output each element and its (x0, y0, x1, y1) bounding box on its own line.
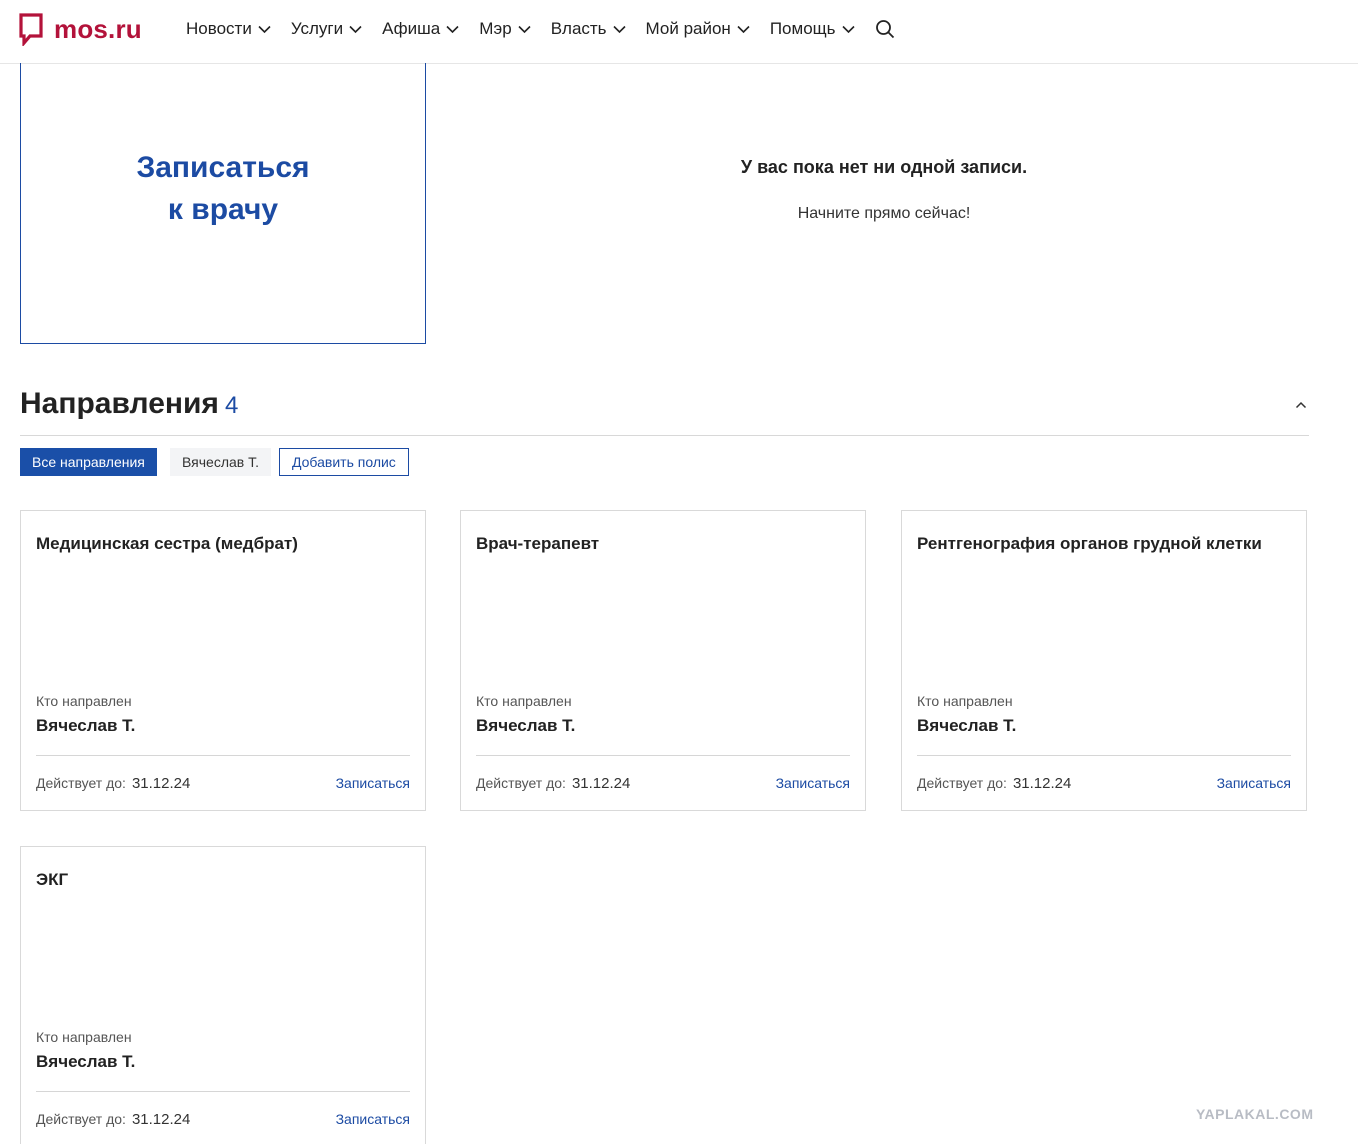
logo-text: mos.ru (54, 14, 142, 44)
referral-title: Рентгенография органов грудной клетки (917, 534, 1262, 553)
add-policy-button[interactable]: Добавить полис (279, 448, 409, 476)
valid-until: Действует до: 31.12.24 (476, 775, 630, 792)
watermark: YAPLAKAL.COM (1196, 1106, 1314, 1122)
nav-label: Афиша (382, 19, 441, 38)
referred-person: Вячеслав Т. (917, 716, 1017, 735)
chevron-down-icon (518, 25, 531, 33)
chevron-down-icon (258, 25, 271, 33)
card-divider (917, 755, 1291, 756)
book-doctor-line2: к врачу (167, 193, 279, 226)
empty-appointments-subtitle: Начните прямо сейчас! (797, 205, 971, 222)
filter-all-button[interactable]: Все направления (20, 448, 157, 476)
referral-card: Врач-терапевт Кто направлен Вячеслав Т. … (460, 510, 866, 811)
book-referral-link[interactable]: Записаться (336, 1111, 410, 1127)
referred-person: Вячеслав Т. (36, 1052, 136, 1071)
book-doctor-label: Записаться к врачу (136, 151, 309, 231)
referred-label: Кто направлен (36, 693, 132, 709)
book-referral-link[interactable]: Записаться (1217, 775, 1291, 791)
section-count: 4 (224, 392, 239, 419)
valid-until: Действует до: 31.12.24 (917, 775, 1071, 792)
valid-until-date: 31.12.24 (131, 1111, 191, 1128)
referral-title: Врач-терапевт (476, 534, 600, 553)
valid-until: Действует до: 31.12.24 (36, 775, 190, 792)
section-title: Направления 4 (20, 384, 238, 424)
book-referral-link[interactable]: Записаться (776, 775, 850, 791)
card-divider (476, 755, 850, 756)
nav-services[interactable]: Услуги (291, 17, 362, 41)
book-referral-link[interactable]: Записаться (336, 775, 410, 791)
nav-label: Услуги (290, 19, 344, 38)
valid-until-date: 31.12.24 (1012, 775, 1072, 792)
card-divider (36, 1091, 410, 1092)
card-divider (36, 755, 410, 756)
valid-until-date: 31.12.24 (131, 775, 191, 792)
valid-until-date: 31.12.24 (571, 775, 631, 792)
referred-person: Вячеслав Т. (476, 716, 576, 735)
valid-until-label: Действует до: (36, 775, 126, 791)
nav-label: Власть (550, 19, 607, 38)
section-divider (20, 435, 1309, 436)
referred-label: Кто направлен (917, 693, 1013, 709)
valid-until-label: Действует до: (476, 775, 566, 791)
nav-my-district[interactable]: Мой район (646, 17, 750, 41)
referral-card: Медицинская сестра (медбрат) Кто направл… (20, 510, 426, 811)
nav-label: Новости (186, 19, 252, 38)
valid-until-label: Действует до: (36, 1111, 126, 1127)
chevron-down-icon (446, 25, 459, 33)
referred-label: Кто направлен (476, 693, 572, 709)
referral-card: Рентгенография органов грудной клетки Кт… (901, 510, 1307, 811)
chevron-down-icon (737, 25, 750, 33)
valid-until-label: Действует до: (917, 775, 1007, 791)
book-doctor-line1: Записаться (136, 151, 310, 184)
nav-label: Мой район (645, 19, 731, 38)
chevron-down-icon (349, 25, 362, 33)
main-nav: Новости Услуги Афиша Мэр Власть Мой райо… (186, 17, 895, 41)
nav-label: Мэр (479, 19, 512, 38)
nav-mayor[interactable]: Мэр (479, 17, 531, 41)
valid-until: Действует до: 31.12.24 (36, 1111, 190, 1128)
referral-card: ЭКГ Кто направлен Вячеслав Т. Действует … (20, 846, 426, 1144)
referral-title: Медицинская сестра (медбрат) (36, 534, 298, 553)
nav-afisha[interactable]: Афиша (382, 17, 459, 41)
site-header: mos.ru Новости Услуги Афиша Мэр Власть М… (0, 0, 1358, 64)
section-title-text: Направления (20, 387, 219, 420)
referral-title: ЭКГ (36, 870, 69, 889)
nav-label: Помощь (769, 19, 836, 38)
chevron-up-icon[interactable] (1293, 398, 1309, 412)
chevron-down-icon (841, 25, 855, 33)
empty-appointments-title: У вас пока нет ни одной записи. (740, 157, 1028, 177)
search-icon[interactable] (875, 19, 895, 39)
referred-label: Кто направлен (36, 1029, 132, 1045)
chevron-down-icon (612, 25, 626, 33)
filter-person-button[interactable]: Вячеслав Т. (170, 448, 272, 476)
mos-logo-icon (19, 13, 43, 46)
referred-person: Вячеслав Т. (36, 716, 136, 735)
nav-news[interactable]: Новости (186, 17, 271, 41)
book-doctor-card[interactable]: Записаться к врачу (20, 63, 426, 344)
nav-government[interactable]: Власть (551, 17, 626, 41)
logo-link[interactable]: mos.ru (18, 12, 142, 46)
nav-help[interactable]: Помощь (770, 17, 855, 41)
